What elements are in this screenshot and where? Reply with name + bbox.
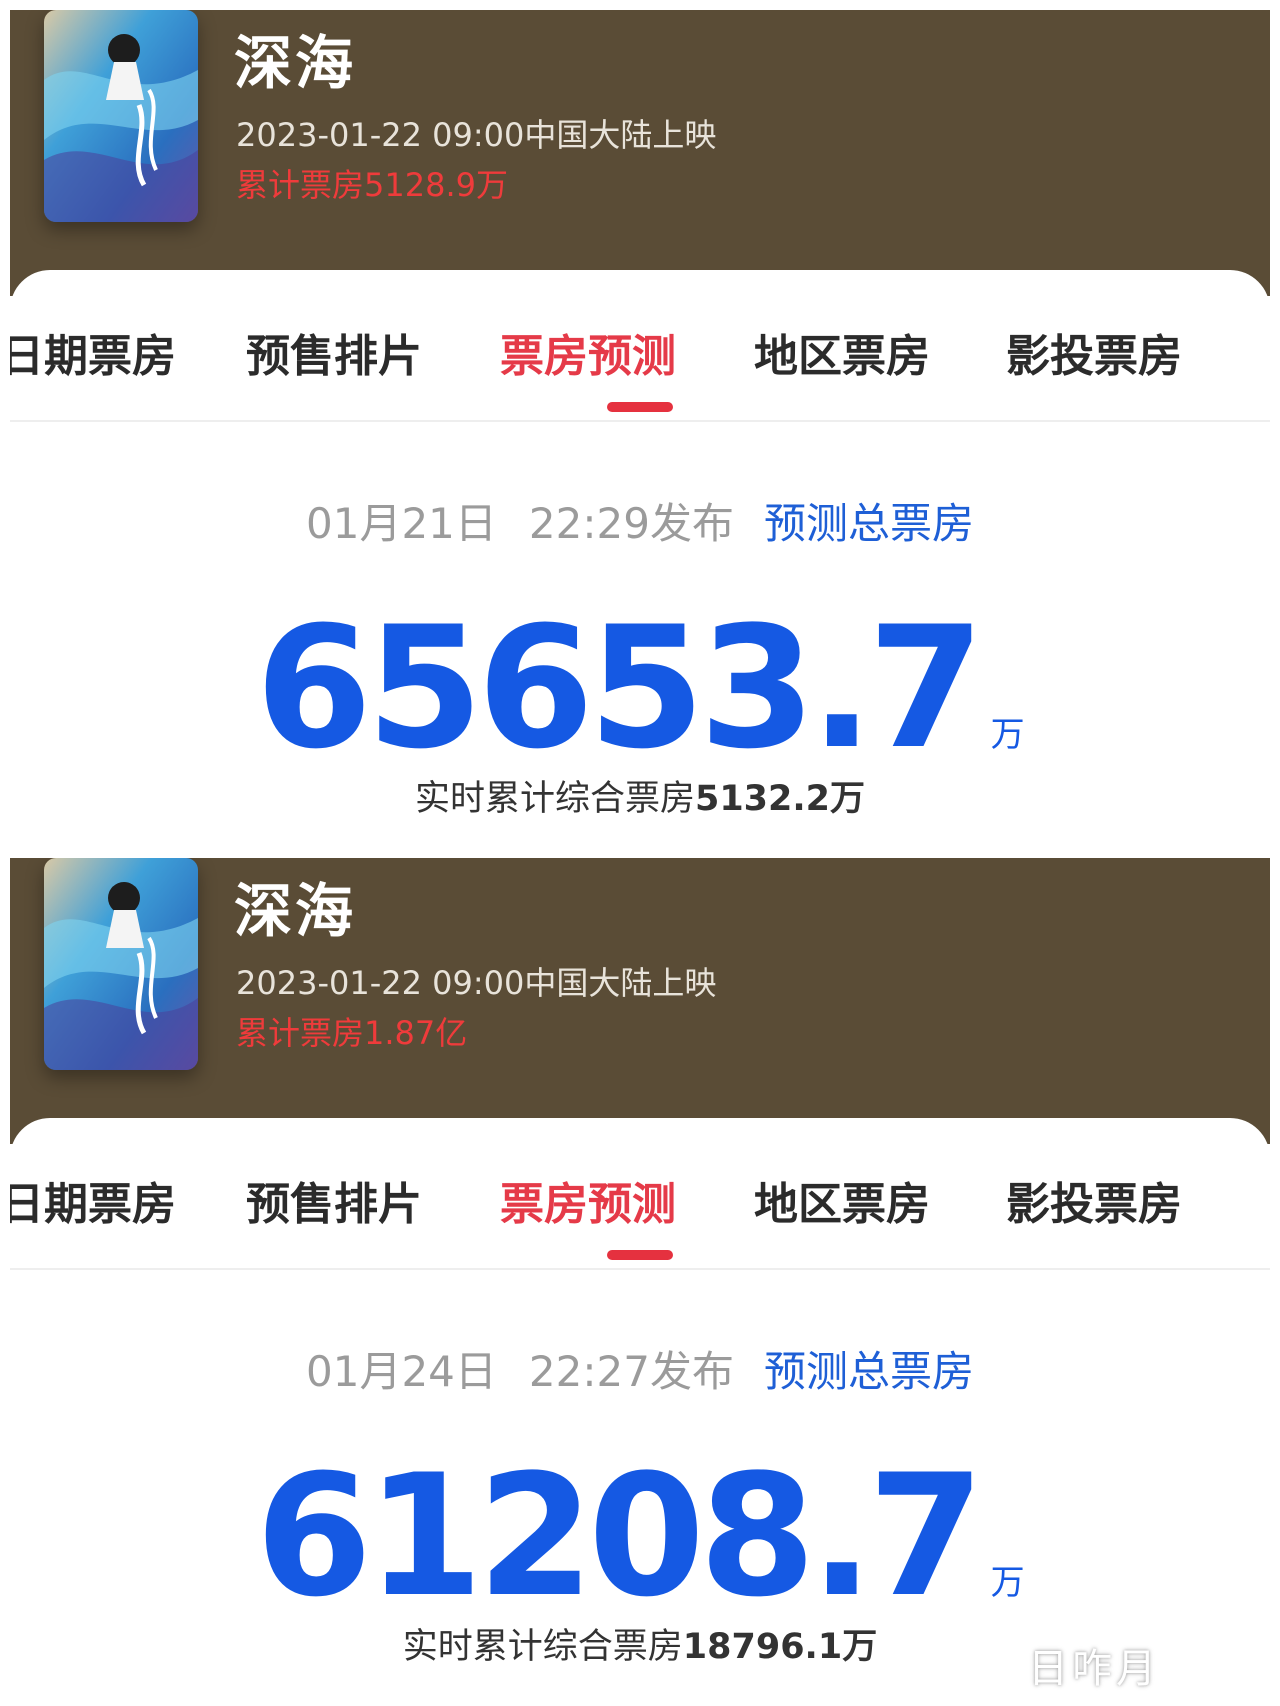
poster-image: [44, 10, 198, 222]
poster-image: [44, 858, 198, 1070]
tab-investor-box-office[interactable]: 影投票房: [1006, 320, 1182, 384]
movie-title: 深海: [234, 29, 357, 97]
forecast-total-value: 65653.7: [255, 590, 984, 786]
tab-presale-schedule[interactable]: 预售排片: [246, 320, 422, 384]
active-tab-indicator: [607, 402, 673, 412]
tab-bar: 日期票房 预售排片 票房预测 地区票房 影投票房: [10, 270, 1270, 420]
watermark: 日咋月: [1028, 1646, 1160, 1692]
tab-date-box-office[interactable]: 日期票房: [10, 1168, 176, 1232]
divider: [10, 1268, 1270, 1270]
forecast-total: 61208.7 万: [10, 1438, 1270, 1634]
forecast-total-value: 61208.7: [255, 1438, 984, 1634]
forecast-meta: 01月24日 22:27发布 预测总票房: [10, 1338, 1270, 1399]
forecast-publish-time: 22:27发布: [528, 1347, 734, 1396]
realtime-value: 18796.1万: [682, 1627, 878, 1667]
realtime-value: 5132.2万: [694, 779, 866, 819]
forecast-date: 01月21日: [306, 499, 497, 548]
release-info: 2023-01-22 09:00中国大陆上映: [236, 964, 717, 1002]
tab-date-box-office[interactable]: 日期票房: [10, 320, 176, 384]
tab-presale-schedule[interactable]: 预售排片: [246, 1168, 422, 1232]
forecast-unit: 万: [990, 715, 1025, 755]
tab-box-office-forecast[interactable]: 票房预测: [500, 320, 676, 384]
tab-box-office-forecast[interactable]: 票房预测: [500, 1168, 676, 1232]
movie-panel: 深海 2023-01-22 09:00中国大陆上映 累计票房1.87亿 日期票房…: [10, 858, 1270, 1700]
movie-poster[interactable]: [44, 858, 198, 1070]
cumulative-box-office: 累计票房1.87亿: [236, 1014, 468, 1052]
forecast-meta: 01月21日 22:29发布 预测总票房: [10, 490, 1270, 551]
forecast-total-label[interactable]: 预测总票房: [764, 499, 974, 548]
movie-header: 深海 2023-01-22 09:00中国大陆上映 累计票房5128.9万: [10, 10, 1270, 296]
forecast-date: 01月24日: [306, 1347, 497, 1396]
tab-region-box-office[interactable]: 地区票房: [754, 320, 930, 384]
forecast-publish-time: 22:29发布: [528, 499, 734, 548]
cumulative-box-office: 累计票房5128.9万: [236, 166, 508, 204]
realtime-label: 实时累计综合票房: [402, 1627, 683, 1667]
movie-header: 深海 2023-01-22 09:00中国大陆上映 累计票房1.87亿: [10, 858, 1270, 1144]
content-card: 日期票房 预售排片 票房预测 地区票房 影投票房 01月21日 22:29发布 预测…: [10, 270, 1270, 852]
forecast-unit: 万: [990, 1563, 1025, 1603]
forecast-total: 65653.7 万: [10, 590, 1270, 786]
realtime-box-office: 实时累计综合票房5132.2万: [10, 770, 1270, 821]
content-card: 日期票房 预售排片 票房预测 地区票房 影投票房 01月24日 22:27发布 预测…: [10, 1118, 1270, 1700]
realtime-label: 实时累计综合票房: [414, 779, 695, 819]
divider: [10, 420, 1270, 422]
release-info: 2023-01-22 09:00中国大陆上映: [236, 116, 717, 154]
forecast-total-label[interactable]: 预测总票房: [764, 1347, 974, 1396]
tab-investor-box-office[interactable]: 影投票房: [1006, 1168, 1182, 1232]
active-tab-indicator: [607, 1250, 673, 1260]
tab-region-box-office[interactable]: 地区票房: [754, 1168, 930, 1232]
movie-title: 深海: [234, 877, 357, 945]
movie-panel: 深海 2023-01-22 09:00中国大陆上映 累计票房5128.9万 日期…: [10, 10, 1270, 852]
tab-bar: 日期票房 预售排片 票房预测 地区票房 影投票房: [10, 1118, 1270, 1268]
movie-poster[interactable]: [44, 10, 198, 222]
